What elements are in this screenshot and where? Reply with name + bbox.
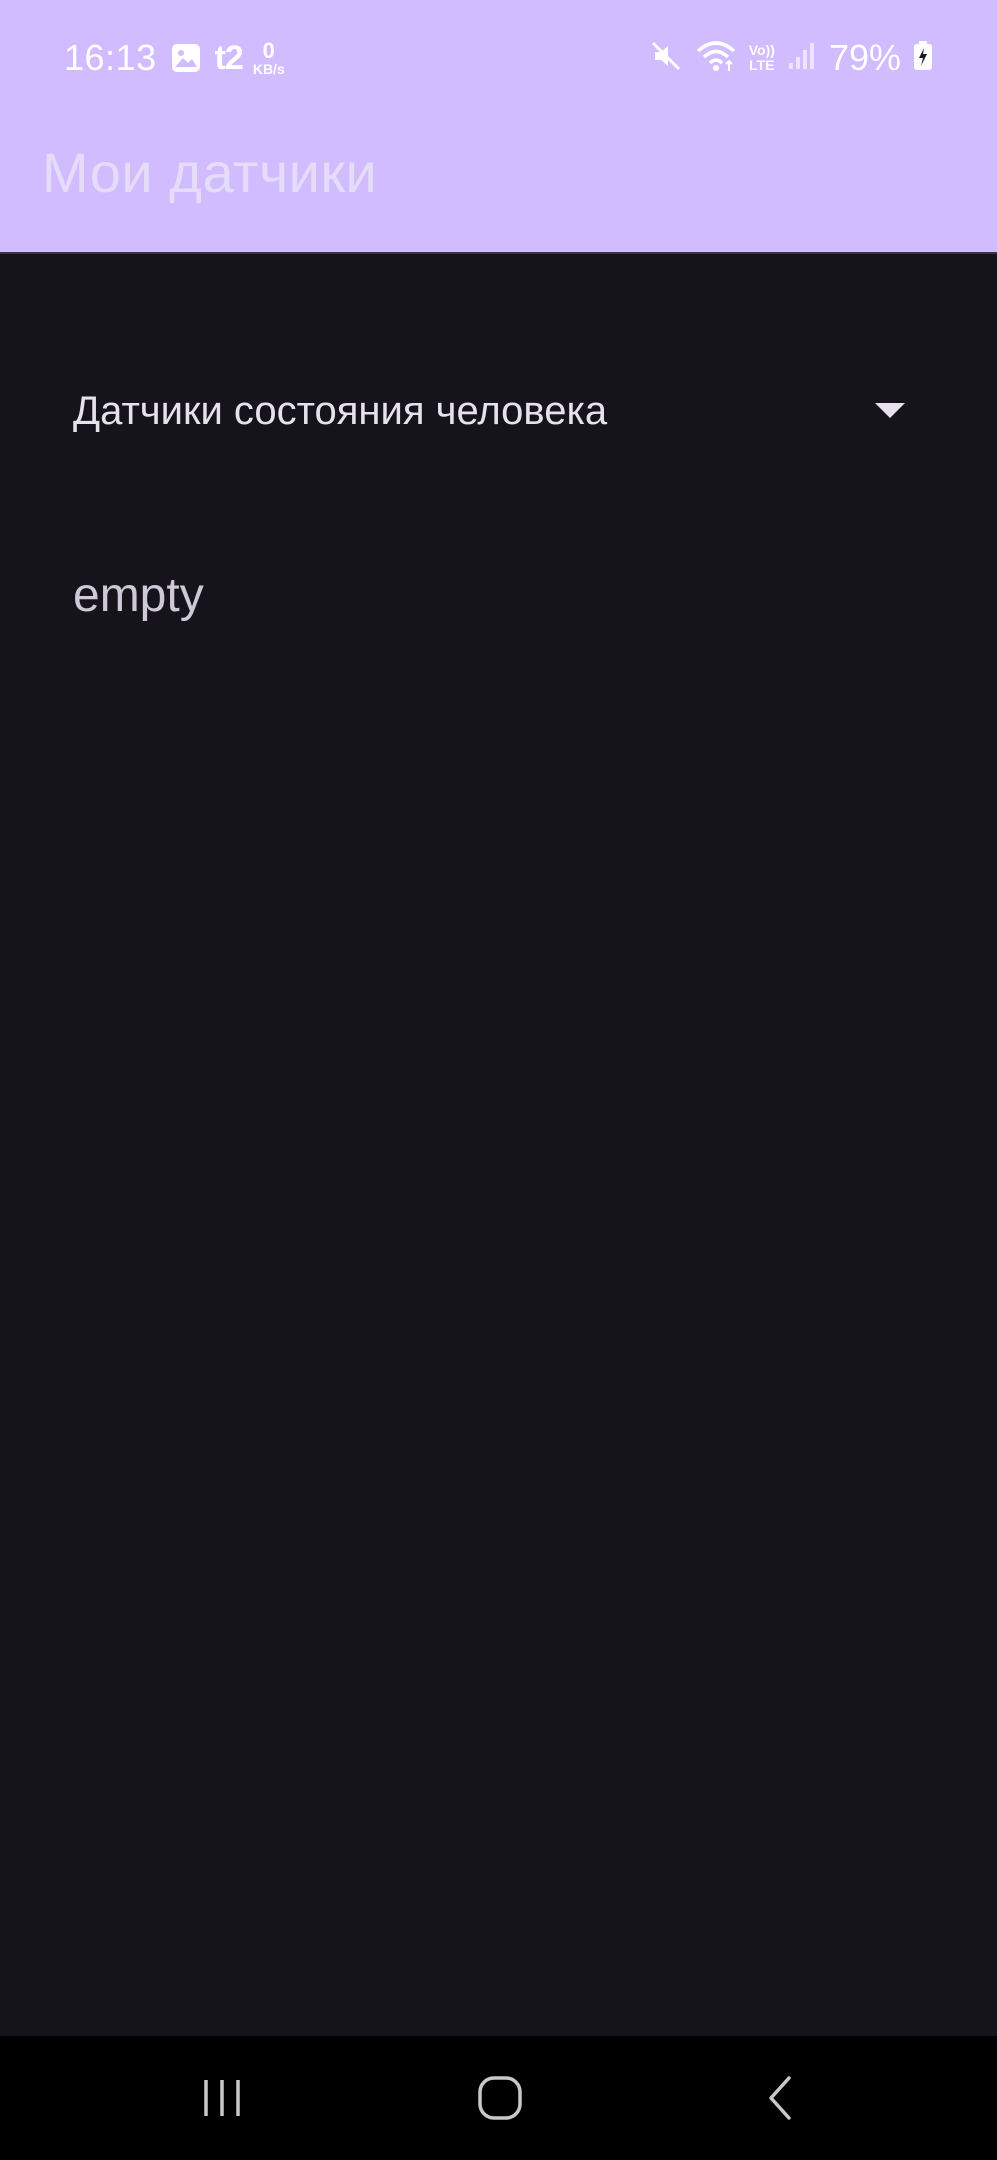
recent-apps-button[interactable] [132, 2036, 312, 2160]
dropdown-arrow-icon [875, 403, 905, 418]
volte-indicator: Vo)) LTE [748, 41, 775, 74]
navigation-bar [0, 2036, 997, 2160]
mute-icon [649, 39, 683, 78]
carrier-notification-icon: t2 [214, 38, 244, 77]
network-speed-unit: KB/s [252, 61, 285, 77]
battery-charging-icon [913, 40, 933, 76]
home-button[interactable] [410, 2036, 590, 2160]
home-icon [477, 2075, 523, 2121]
empty-state-text: empty [73, 569, 204, 622]
status-bar: 16:13 t2 0 KB/s Vo)) LTE 79% [0, 0, 997, 112]
back-icon [765, 2075, 795, 2121]
gallery-notification-icon [171, 43, 201, 73]
status-left: 16:13 t2 0 KB/s [64, 30, 285, 86]
app-bar: Мои датчики [0, 112, 997, 254]
status-right: Vo)) LTE 79% [649, 30, 933, 86]
wifi-icon [695, 39, 737, 78]
network-speed-value: 0 [262, 38, 275, 63]
recent-apps-icon [200, 2076, 244, 2120]
signal-icon [787, 41, 817, 76]
battery-percent: 79% [828, 37, 901, 78]
dropdown-selected-value: Датчики состояния человека [73, 388, 608, 433]
clock: 16:13 [64, 37, 157, 78]
volte-bottom-label: LTE [749, 57, 775, 73]
volte-top-label: Vo)) [748, 41, 775, 58]
page-title: Мои датчики [42, 141, 378, 204]
network-speed-indicator: 0 KB/s [252, 38, 285, 77]
sensor-category-dropdown[interactable]: Датчики состояния человека [40, 352, 930, 470]
back-button[interactable] [690, 2036, 870, 2160]
